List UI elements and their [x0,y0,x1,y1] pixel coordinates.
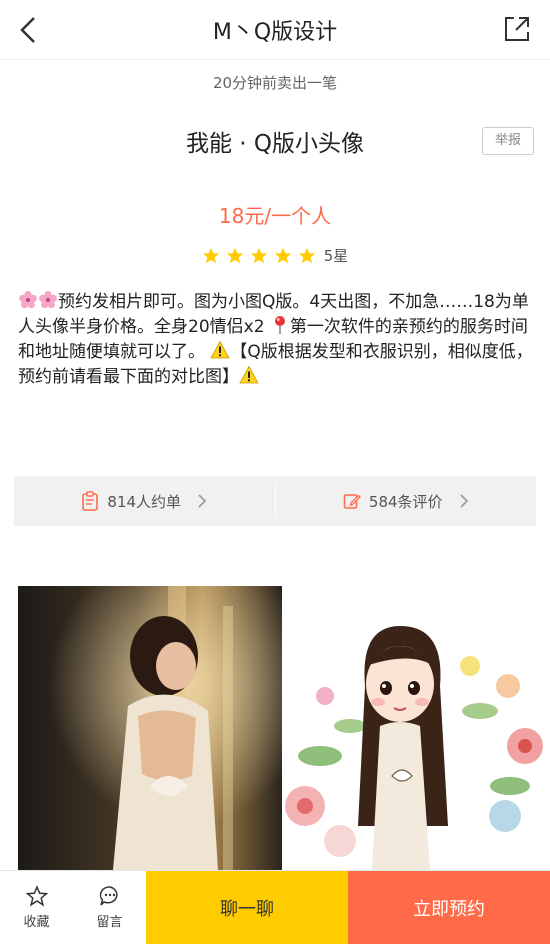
message-button[interactable]: 留言 [73,871,146,944]
page-title: M丶Q版设计 [212,20,338,45]
report-button[interactable]: 举报 [482,127,534,155]
reviews-stat[interactable]: 584条评价 [276,476,537,526]
cherry-blossom-icon [19,290,37,309]
warning-icon [210,340,231,359]
share-icon[interactable] [502,14,532,44]
bottom-action-bar: 收藏 留言 聊一聊 立即预约 [0,870,550,944]
star-icon [250,247,267,263]
favorite-label: 收藏 [23,915,50,930]
orders-count: 814人约单 [107,492,182,511]
reference-photo [18,586,282,870]
stats-bar: 814人约单 584条评价 [14,476,536,526]
price-label: 18元/一个人 [218,204,332,228]
pin-icon [274,316,285,334]
chat-bubble-icon [99,886,118,906]
back-arrow-icon[interactable] [12,10,48,50]
message-label: 留言 [96,915,123,930]
recent-sale-text: 20分钟前卖出一笔 [212,74,338,92]
chat-button[interactable]: 聊一聊 [146,871,348,944]
star-icon [298,247,315,263]
clipboard-icon [82,491,99,511]
reviews-count: 584条评价 [368,492,443,511]
service-description: 预约发相片即可。图为小图Q版。4天出图，不加急……18为单人头像半身价格。全身2… [18,290,534,390]
rating-stars: 5星 [0,245,550,266]
star-icon [226,247,243,263]
star-icon [202,247,219,263]
rating-label: 5星 [323,247,349,265]
favorite-button[interactable]: 收藏 [0,871,73,944]
q-version-illustration [285,626,543,870]
chevron-right-icon [459,494,468,508]
star-icon [274,247,291,263]
edit-icon [343,494,361,509]
warning-icon [239,365,259,384]
navbar: M丶Q版设计 [0,0,550,60]
book-now-button[interactable]: 立即预约 [348,871,550,944]
orders-stat[interactable]: 814人约单 [14,476,275,526]
service-headline: 我能 · Q版小头像 [185,131,365,157]
sample-gallery[interactable] [18,586,550,870]
chevron-right-icon [198,494,207,508]
cherry-blossom-icon [39,290,57,309]
star-outline-icon [25,885,48,907]
